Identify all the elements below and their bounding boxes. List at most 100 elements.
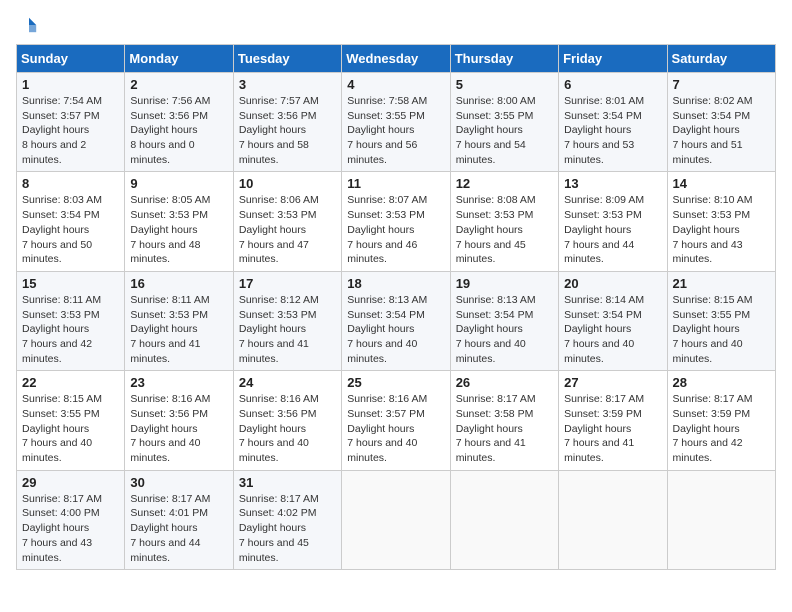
calendar-day-10: 10 Sunrise: 8:06 AM Sunset: 3:53 PM Dayl… — [233, 172, 341, 271]
day-number: 13 — [564, 176, 661, 191]
day-number: 30 — [130, 475, 227, 490]
calendar-week-2: 8 Sunrise: 8:03 AM Sunset: 3:54 PM Dayli… — [17, 172, 776, 271]
day-info: Sunrise: 7:57 AM Sunset: 3:56 PM Dayligh… — [239, 95, 319, 166]
day-number: 7 — [673, 77, 770, 92]
day-number: 5 — [456, 77, 553, 92]
day-info: Sunrise: 8:17 AM Sunset: 3:59 PM Dayligh… — [673, 393, 753, 464]
calendar-week-1: 1 Sunrise: 7:54 AM Sunset: 3:57 PM Dayli… — [17, 73, 776, 172]
day-number: 3 — [239, 77, 336, 92]
day-info: Sunrise: 8:11 AM Sunset: 3:53 PM Dayligh… — [22, 294, 101, 365]
logo — [16, 16, 38, 34]
day-number: 28 — [673, 375, 770, 390]
day-number: 14 — [673, 176, 770, 191]
day-number: 12 — [456, 176, 553, 191]
day-number: 9 — [130, 176, 227, 191]
calendar-day-20: 20 Sunrise: 8:14 AM Sunset: 3:54 PM Dayl… — [559, 271, 667, 370]
day-info: Sunrise: 8:06 AM Sunset: 3:53 PM Dayligh… — [239, 194, 319, 265]
calendar-day-5: 5 Sunrise: 8:00 AM Sunset: 3:55 PM Dayli… — [450, 73, 558, 172]
calendar-day-24: 24 Sunrise: 8:16 AM Sunset: 3:56 PM Dayl… — [233, 371, 341, 470]
day-number: 26 — [456, 375, 553, 390]
day-number: 29 — [22, 475, 119, 490]
day-info: Sunrise: 8:15 AM Sunset: 3:55 PM Dayligh… — [22, 393, 102, 464]
calendar-day-19: 19 Sunrise: 8:13 AM Sunset: 3:54 PM Dayl… — [450, 271, 558, 370]
logo-icon — [20, 16, 38, 34]
calendar-day-16: 16 Sunrise: 8:11 AM Sunset: 3:53 PM Dayl… — [125, 271, 233, 370]
day-info: Sunrise: 8:16 AM Sunset: 3:56 PM Dayligh… — [239, 393, 319, 464]
day-number: 2 — [130, 77, 227, 92]
calendar-day-2: 2 Sunrise: 7:56 AM Sunset: 3:56 PM Dayli… — [125, 73, 233, 172]
day-info: Sunrise: 8:09 AM Sunset: 3:53 PM Dayligh… — [564, 194, 644, 265]
day-info: Sunrise: 8:15 AM Sunset: 3:55 PM Dayligh… — [673, 294, 753, 365]
calendar-day-26: 26 Sunrise: 8:17 AM Sunset: 3:58 PM Dayl… — [450, 371, 558, 470]
calendar-week-5: 29 Sunrise: 8:17 AM Sunset: 4:00 PM Dayl… — [17, 470, 776, 569]
day-info: Sunrise: 8:17 AM Sunset: 4:00 PM Dayligh… — [22, 493, 102, 564]
page-header — [16, 16, 776, 34]
calendar-day-30: 30 Sunrise: 8:17 AM Sunset: 4:01 PM Dayl… — [125, 470, 233, 569]
day-number: 10 — [239, 176, 336, 191]
day-info: Sunrise: 8:17 AM Sunset: 4:01 PM Dayligh… — [130, 493, 210, 564]
calendar-week-3: 15 Sunrise: 8:11 AM Sunset: 3:53 PM Dayl… — [17, 271, 776, 370]
day-info: Sunrise: 8:05 AM Sunset: 3:53 PM Dayligh… — [130, 194, 210, 265]
day-info: Sunrise: 8:08 AM Sunset: 3:53 PM Dayligh… — [456, 194, 536, 265]
calendar-day-28: 28 Sunrise: 8:17 AM Sunset: 3:59 PM Dayl… — [667, 371, 775, 470]
column-header-sunday: Sunday — [17, 45, 125, 73]
calendar-day-9: 9 Sunrise: 8:05 AM Sunset: 3:53 PM Dayli… — [125, 172, 233, 271]
column-header-friday: Friday — [559, 45, 667, 73]
calendar-day-8: 8 Sunrise: 8:03 AM Sunset: 3:54 PM Dayli… — [17, 172, 125, 271]
calendar-day-17: 17 Sunrise: 8:12 AM Sunset: 3:53 PM Dayl… — [233, 271, 341, 370]
calendar-day-15: 15 Sunrise: 8:11 AM Sunset: 3:53 PM Dayl… — [17, 271, 125, 370]
day-info: Sunrise: 8:10 AM Sunset: 3:53 PM Dayligh… — [673, 194, 753, 265]
day-info: Sunrise: 7:56 AM Sunset: 3:56 PM Dayligh… — [130, 95, 210, 166]
day-info: Sunrise: 7:58 AM Sunset: 3:55 PM Dayligh… — [347, 95, 427, 166]
empty-cell — [667, 470, 775, 569]
calendar-week-4: 22 Sunrise: 8:15 AM Sunset: 3:55 PM Dayl… — [17, 371, 776, 470]
calendar-day-11: 11 Sunrise: 8:07 AM Sunset: 3:53 PM Dayl… — [342, 172, 450, 271]
day-info: Sunrise: 8:14 AM Sunset: 3:54 PM Dayligh… — [564, 294, 644, 365]
day-info: Sunrise: 8:00 AM Sunset: 3:55 PM Dayligh… — [456, 95, 536, 166]
day-number: 19 — [456, 276, 553, 291]
day-info: Sunrise: 8:17 AM Sunset: 3:58 PM Dayligh… — [456, 393, 536, 464]
calendar-day-21: 21 Sunrise: 8:15 AM Sunset: 3:55 PM Dayl… — [667, 271, 775, 370]
day-number: 16 — [130, 276, 227, 291]
calendar-day-1: 1 Sunrise: 7:54 AM Sunset: 3:57 PM Dayli… — [17, 73, 125, 172]
day-number: 18 — [347, 276, 444, 291]
day-info: Sunrise: 8:01 AM Sunset: 3:54 PM Dayligh… — [564, 95, 644, 166]
calendar-table: SundayMondayTuesdayWednesdayThursdayFrid… — [16, 44, 776, 570]
day-number: 6 — [564, 77, 661, 92]
day-number: 15 — [22, 276, 119, 291]
day-info: Sunrise: 8:17 AM Sunset: 4:02 PM Dayligh… — [239, 493, 319, 564]
calendar-day-12: 12 Sunrise: 8:08 AM Sunset: 3:53 PM Dayl… — [450, 172, 558, 271]
day-number: 27 — [564, 375, 661, 390]
calendar-day-31: 31 Sunrise: 8:17 AM Sunset: 4:02 PM Dayl… — [233, 470, 341, 569]
calendar-day-3: 3 Sunrise: 7:57 AM Sunset: 3:56 PM Dayli… — [233, 73, 341, 172]
day-number: 25 — [347, 375, 444, 390]
day-info: Sunrise: 8:17 AM Sunset: 3:59 PM Dayligh… — [564, 393, 644, 464]
day-number: 17 — [239, 276, 336, 291]
day-info: Sunrise: 8:16 AM Sunset: 3:57 PM Dayligh… — [347, 393, 427, 464]
day-info: Sunrise: 8:12 AM Sunset: 3:53 PM Dayligh… — [239, 294, 319, 365]
day-info: Sunrise: 8:16 AM Sunset: 3:56 PM Dayligh… — [130, 393, 210, 464]
column-header-tuesday: Tuesday — [233, 45, 341, 73]
calendar-day-13: 13 Sunrise: 8:09 AM Sunset: 3:53 PM Dayl… — [559, 172, 667, 271]
day-info: Sunrise: 8:13 AM Sunset: 3:54 PM Dayligh… — [456, 294, 536, 365]
column-header-saturday: Saturday — [667, 45, 775, 73]
day-info: Sunrise: 8:02 AM Sunset: 3:54 PM Dayligh… — [673, 95, 753, 166]
day-info: Sunrise: 7:54 AM Sunset: 3:57 PM Dayligh… — [22, 95, 102, 166]
day-info: Sunrise: 8:11 AM Sunset: 3:53 PM Dayligh… — [130, 294, 209, 365]
calendar-day-27: 27 Sunrise: 8:17 AM Sunset: 3:59 PM Dayl… — [559, 371, 667, 470]
day-number: 20 — [564, 276, 661, 291]
day-number: 21 — [673, 276, 770, 291]
day-number: 4 — [347, 77, 444, 92]
day-number: 1 — [22, 77, 119, 92]
day-number: 11 — [347, 176, 444, 191]
day-number: 23 — [130, 375, 227, 390]
empty-cell — [559, 470, 667, 569]
day-number: 24 — [239, 375, 336, 390]
calendar-day-18: 18 Sunrise: 8:13 AM Sunset: 3:54 PM Dayl… — [342, 271, 450, 370]
calendar-day-7: 7 Sunrise: 8:02 AM Sunset: 3:54 PM Dayli… — [667, 73, 775, 172]
day-info: Sunrise: 8:03 AM Sunset: 3:54 PM Dayligh… — [22, 194, 102, 265]
column-header-monday: Monday — [125, 45, 233, 73]
calendar-day-4: 4 Sunrise: 7:58 AM Sunset: 3:55 PM Dayli… — [342, 73, 450, 172]
empty-cell — [342, 470, 450, 569]
calendar-header-row: SundayMondayTuesdayWednesdayThursdayFrid… — [17, 45, 776, 73]
